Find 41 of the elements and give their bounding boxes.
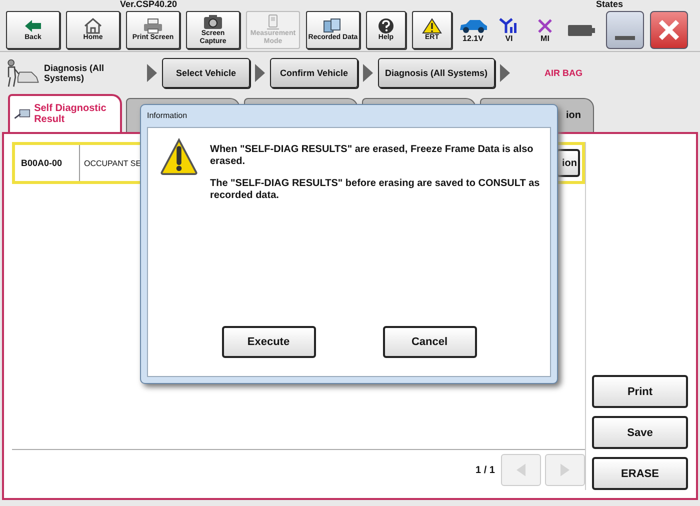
step-button[interactable]: Confirm Vehicle — [270, 58, 358, 88]
printer-icon — [143, 18, 163, 34]
battery-icon — [566, 22, 596, 38]
step-button[interactable]: Diagnosis (All Systems) — [378, 58, 495, 88]
dtc-code: B00A0-00 — [15, 145, 80, 181]
warning-icon — [160, 138, 198, 176]
dtc-description: OCCUPANT SE — [83, 158, 142, 168]
side-button[interactable]: ERASE — [592, 457, 688, 490]
dialog-message: When "SELF-DIAG RESULTS" are erased, Freeze Frame Data is also erased. — [210, 144, 534, 168]
arrow-icon — [498, 63, 511, 83]
close-button[interactable] — [650, 11, 688, 49]
arrow-icon — [146, 63, 158, 83]
tab[interactable]: Self Diagnostic Result — [8, 94, 122, 132]
warning-icon — [422, 18, 442, 34]
version-label: Ver.CSP40.20 — [120, 0, 178, 9]
side-button[interactable]: Print — [592, 375, 688, 408]
mi-status-label: MI — [540, 34, 550, 42]
system-label: AIR BAG — [544, 68, 583, 78]
vi-status-label: VI — [505, 34, 513, 42]
minimize-button[interactable] — [606, 11, 644, 49]
dialog-title: Information — [147, 111, 188, 120]
car-status-label: 12.1V — [462, 34, 484, 42]
house-icon — [83, 18, 103, 34]
documents-icon — [323, 18, 343, 34]
page-indicator: 1 / 1 — [476, 464, 495, 476]
arrow-icon — [254, 63, 266, 83]
step-button[interactable]: Select Vehicle — [162, 58, 250, 88]
states-label: States — [596, 0, 624, 9]
row-action-button[interactable]: ion — [556, 149, 580, 177]
dialog-message: The "SELF-DIAG RESULTS" before erasing are saved to CONSULT as recorded data. — [210, 178, 540, 202]
arrow-icon — [23, 18, 43, 34]
help-icon — [376, 18, 396, 34]
car-icon — [458, 18, 488, 34]
minimize-icon — [615, 36, 635, 40]
mechanic-car-icon — [6, 58, 40, 88]
dialog-button[interactable]: Execute — [222, 326, 316, 358]
dialog-button[interactable]: Cancel — [382, 326, 476, 358]
camera-icon — [203, 14, 223, 30]
current-step-label: Diagnosis (All Systems) — [44, 63, 106, 83]
side-button[interactable]: Save — [592, 416, 688, 449]
arrow-icon — [362, 63, 374, 83]
